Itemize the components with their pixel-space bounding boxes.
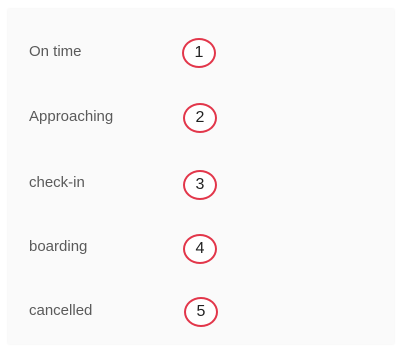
status-label-cancelled: cancelled [29, 302, 93, 319]
status-number-badge-5: 5 [184, 297, 218, 327]
status-number-badge-2: 2 [183, 103, 217, 133]
status-label-approaching: Approaching [29, 108, 114, 125]
status-number-badge-3: 3 [183, 170, 217, 200]
status-label-on-time: On time [29, 43, 82, 60]
status-label-check-in: check-in [29, 174, 85, 191]
status-number-badge-1: 1 [182, 38, 216, 68]
status-number-badge-4: 4 [183, 234, 217, 264]
status-label-boarding: boarding [29, 238, 88, 255]
